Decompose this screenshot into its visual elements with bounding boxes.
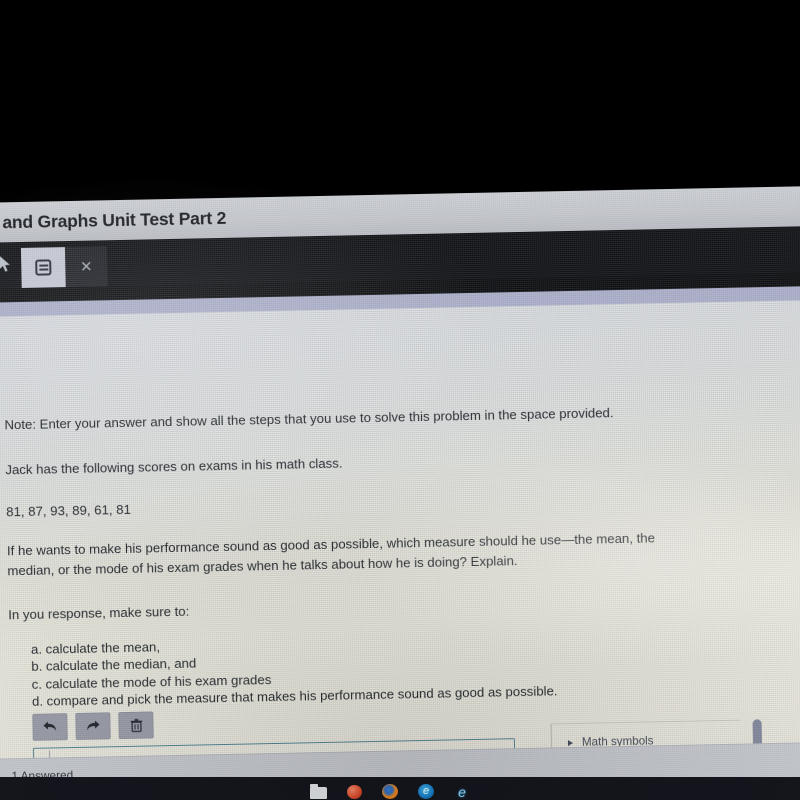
app-red-icon[interactable] — [336, 777, 372, 800]
undo-button[interactable] — [32, 713, 68, 741]
question-intro: Jack has the following scores on exams i… — [5, 455, 343, 478]
tab-note-active[interactable] — [20, 247, 66, 288]
file-explorer-icon[interactable] — [300, 777, 336, 800]
page-title: and Graphs Unit Test Part 2 — [2, 207, 227, 232]
trash-icon — [130, 718, 142, 732]
delete-button[interactable] — [118, 711, 154, 740]
redo-button[interactable] — [75, 712, 111, 740]
note-icon — [35, 259, 52, 276]
redo-icon — [87, 720, 100, 731]
exam-scores: 81, 87, 93, 89, 61, 81 — [6, 501, 131, 520]
laptop-screen: and Graphs Unit Test Part 2 ✕ Note: Ente… — [0, 185, 800, 800]
undo-icon — [43, 721, 57, 731]
status-divider — [49, 750, 51, 759]
taskbar-spacer — [0, 777, 300, 800]
screenshot-root: and Graphs Unit Test Part 2 ✕ Note: Ente… — [0, 0, 800, 800]
internet-explorer-icon[interactable]: e — [444, 777, 480, 800]
question-page: Note: Enter your answer and show all the… — [0, 299, 800, 800]
firefox-icon[interactable] — [372, 777, 408, 800]
question-prompt: If he wants to make his performance soun… — [6, 530, 656, 579]
instructions-header: In you response, make sure to: — [8, 603, 190, 623]
mouse-pointer-icon — [0, 255, 10, 272]
note-line: Note: Enter your answer and show all the… — [4, 405, 614, 433]
close-icon[interactable]: ✕ — [64, 246, 108, 288]
edge-icon[interactable]: e — [408, 777, 444, 800]
instruction-steps: a. calculate the mean, b. calculate the … — [31, 630, 558, 710]
ie-icon-glyph: e — [458, 783, 466, 800]
chevron-right-icon — [567, 739, 574, 746]
edge-icon-glyph: e — [418, 784, 434, 799]
tab-strip: ✕ — [20, 246, 108, 288]
os-taskbar: e e — [0, 777, 800, 800]
editor-toolbar — [32, 711, 154, 741]
